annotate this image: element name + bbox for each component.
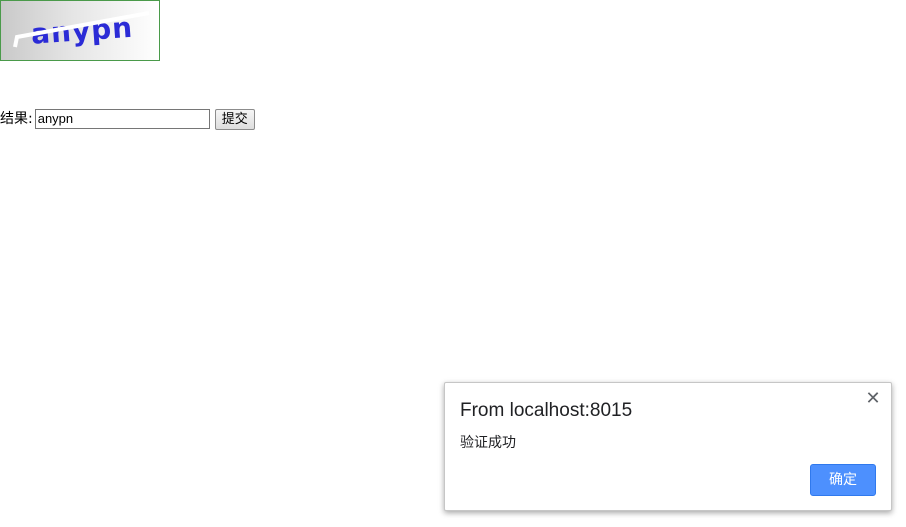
result-form: 结果: 提交 [0,108,255,130]
captcha-image: anypn [0,0,160,61]
submit-button[interactable]: 提交 [214,108,255,130]
close-icon[interactable]: ✕ [865,390,881,408]
dialog-message: 验证成功 [460,435,516,451]
alert-dialog: From localhost:8015 ✕ 验证成功 确定 [444,382,892,511]
result-label: 结果: [0,111,33,127]
ok-button[interactable]: 确定 [810,464,876,496]
dialog-title: From localhost:8015 [460,400,633,421]
captcha-graphic: anypn [13,11,150,51]
result-input[interactable] [34,109,210,129]
